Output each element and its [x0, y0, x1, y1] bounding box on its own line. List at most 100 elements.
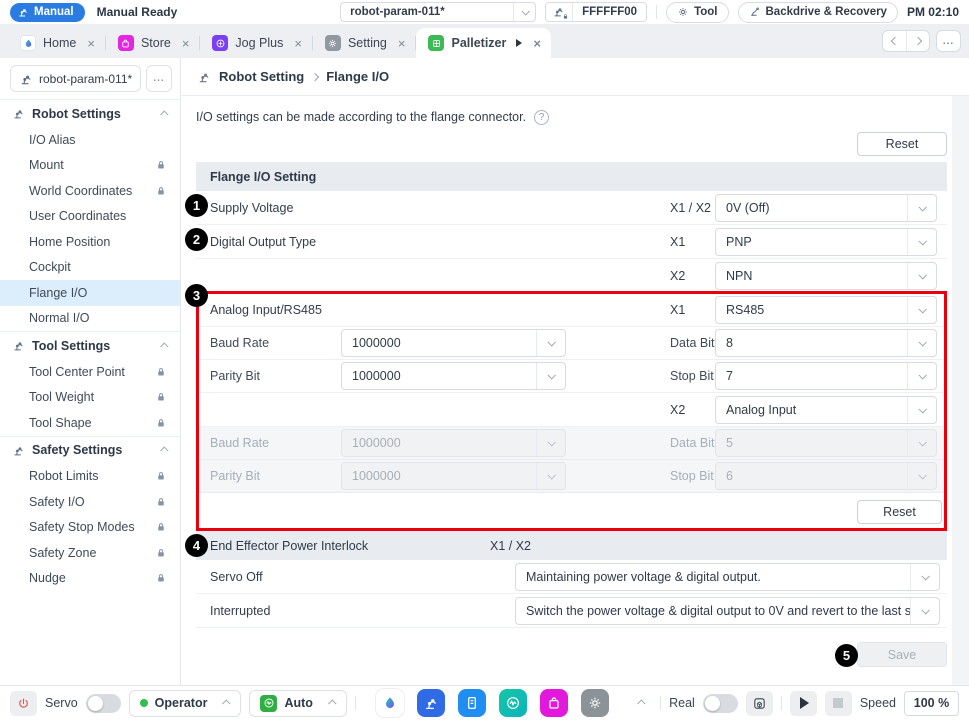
annotation-2: 2	[185, 228, 208, 251]
tab-home[interactable]: Home ×	[8, 28, 105, 58]
select-value: 6	[716, 469, 907, 483]
sidebar-item-mount[interactable]: Mount	[0, 153, 180, 179]
sidebar-item-io-alias[interactable]: I/O Alias	[0, 127, 180, 153]
sidebar-item-safety-stop-modes[interactable]: Safety Stop Modes	[0, 515, 180, 541]
lock-icon	[155, 521, 167, 533]
sidebar-more-button[interactable]: ...	[146, 65, 172, 92]
tab-scroll-left-button[interactable]	[883, 31, 906, 51]
store-app-icon[interactable]	[540, 689, 568, 717]
sidebar-item-safety-zone[interactable]: Safety Zone	[0, 540, 180, 566]
servo-off-select[interactable]: Maintaining power voltage & digital outp…	[515, 563, 940, 591]
close-icon[interactable]: ×	[87, 37, 95, 50]
field-label: Stop Bit	[670, 369, 715, 383]
sidebar-item-flange-io[interactable]: Flange I/O	[0, 280, 180, 306]
stop-button[interactable]	[825, 691, 852, 716]
servo-label: Servo	[45, 696, 78, 710]
select-value: 1000000	[342, 436, 536, 450]
sidebar-item-nudge[interactable]: Nudge	[0, 566, 180, 592]
group-label: Safety Settings	[32, 443, 122, 457]
reset-button[interactable]: Reset	[857, 132, 947, 156]
chevron-up-icon	[223, 699, 231, 707]
x1-baud-rate-select[interactable]: 1000000	[341, 329, 566, 357]
sidebar-group-header[interactable]: Safety Settings	[0, 437, 180, 464]
sidebar-param-file[interactable]: robot-param-011*	[10, 65, 141, 92]
speed-input[interactable]: 100 %	[904, 691, 959, 716]
tab-label: Palletizer	[451, 36, 506, 50]
tab-store[interactable]: Store ×	[106, 28, 199, 58]
breadcrumb-parent[interactable]: Robot Setting	[219, 69, 304, 84]
home-tab-icon	[20, 35, 36, 51]
sidebar-item-world-coordinates[interactable]: World Coordinates	[0, 178, 180, 204]
dock-collapse-button[interactable]	[632, 700, 652, 706]
backdrive-recovery-button[interactable]: Backdrive & Recovery	[738, 2, 898, 23]
3d-view-button[interactable]	[746, 691, 773, 716]
select-value: RS485	[716, 303, 907, 317]
param-file-select[interactable]: robot-param-011*	[340, 2, 536, 22]
supply-voltage-select[interactable]: 0V (Off)	[715, 194, 937, 222]
x2-data-bit-select: 5	[715, 429, 937, 457]
sidebar-group-header[interactable]: Robot Settings	[0, 100, 180, 127]
settings-app-icon[interactable]	[581, 689, 609, 717]
digital-output-x2-row: X2 NPN	[196, 259, 947, 293]
operator-mode-select[interactable]: Operator	[129, 690, 242, 717]
monitoring-app-icon[interactable]	[499, 689, 527, 717]
tab-scroll-right-button[interactable]	[906, 31, 929, 51]
auto-label: Auto	[284, 696, 312, 710]
flange-io-hex-indicator[interactable]: FFFFFF00	[545, 2, 647, 22]
close-icon[interactable]: ×	[398, 37, 406, 50]
sidebar-group-header[interactable]: Tool Settings	[0, 332, 180, 359]
sidebar-item-cockpit[interactable]: Cockpit	[0, 255, 180, 281]
lock-icon	[155, 417, 167, 429]
sidebar-item-tool-weight[interactable]: Tool Weight	[0, 385, 180, 411]
close-icon[interactable]: ×	[294, 37, 302, 50]
sidebar-item-normal-io[interactable]: Normal I/O	[0, 306, 180, 332]
digital-output-x2-select[interactable]: NPN	[715, 262, 937, 290]
play-button[interactable]	[790, 691, 817, 716]
chevron-up-icon	[160, 342, 168, 350]
sidebar-item-user-coordinates[interactable]: User Coordinates	[0, 204, 180, 230]
breadcrumb: Robot Setting Flange I/O	[181, 58, 969, 96]
interrupted-select[interactable]: Switch the power voltage & digital outpu…	[515, 597, 940, 625]
sidebar-item-tool-center-point[interactable]: Tool Center Point	[0, 359, 180, 385]
tab-setting[interactable]: Setting ×	[313, 28, 416, 58]
close-icon[interactable]: ×	[533, 37, 541, 50]
row-label: Supply Voltage	[210, 201, 670, 215]
tab-more-button[interactable]: ...	[936, 30, 961, 52]
servo-toggle[interactable]	[86, 694, 121, 713]
tool-button[interactable]: Tool	[666, 2, 728, 23]
servo-power-button[interactable]	[10, 691, 37, 716]
tab-palletizer[interactable]: Palletizer ×	[416, 28, 550, 58]
row-label: End Effector Power Interlock	[210, 539, 490, 553]
analog-x1-select[interactable]: RS485	[715, 296, 937, 324]
robot-settings-app-icon[interactable]	[417, 689, 445, 717]
chevron-down-icon	[907, 229, 936, 255]
close-icon[interactable]: ×	[182, 37, 190, 50]
x1-data-bit-select[interactable]: 8	[715, 329, 937, 357]
sidebar-item-safety-io[interactable]: Safety I/O	[0, 489, 180, 515]
sidebar-item-robot-limits[interactable]: Robot Limits	[0, 464, 180, 490]
top-status-bar: Manual Manual Ready robot-param-011* FFF…	[0, 0, 969, 24]
real-mode-toggle[interactable]	[703, 694, 738, 713]
auto-mode-select[interactable]: Auto	[249, 690, 346, 717]
help-icon[interactable]: ?	[534, 110, 549, 125]
group-label: Tool Settings	[32, 339, 110, 353]
item-label: Safety Zone	[29, 546, 96, 560]
x1-parity-bit-select[interactable]: 1000000	[341, 362, 566, 390]
save-button[interactable]: Save	[857, 642, 947, 667]
sidebar-item-tool-shape[interactable]: Tool Shape	[0, 410, 180, 436]
tab-jog-plus[interactable]: Jog Plus ×	[200, 28, 312, 58]
backdrive-icon	[749, 6, 761, 18]
sidebar-item-home-position[interactable]: Home Position	[0, 229, 180, 255]
robot-status-text: Manual Ready	[97, 5, 178, 19]
tab-scroll-pager	[882, 30, 930, 52]
item-label: Cockpit	[29, 260, 71, 274]
main-panel: Robot Setting Flange I/O I/O settings ca…	[181, 58, 969, 685]
analog-x2-select[interactable]: Analog Input	[715, 396, 937, 424]
digital-output-x1-select[interactable]: PNP	[715, 228, 937, 256]
chevron-right-icon	[311, 72, 319, 80]
task-editor-app-icon[interactable]	[458, 689, 486, 717]
manual-mode-badge[interactable]: Manual	[10, 3, 85, 22]
x1-stop-bit-select[interactable]: 7	[715, 362, 937, 390]
analog-reset-button[interactable]: Reset	[857, 500, 942, 524]
home-app-icon[interactable]	[376, 689, 404, 717]
